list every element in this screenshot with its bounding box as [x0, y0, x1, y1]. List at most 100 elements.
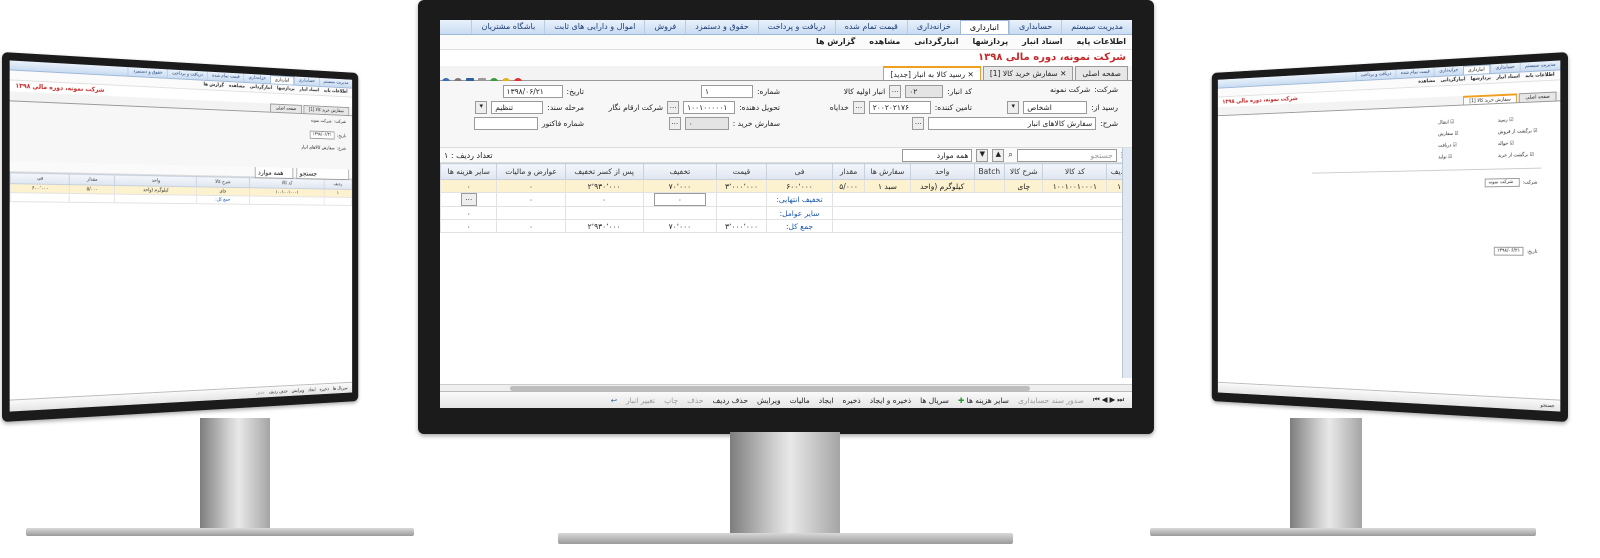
- left-action[interactable]: حذف ردیف: [269, 388, 288, 394]
- close-icon[interactable]: ✕: [968, 70, 974, 79]
- menu-basic-info[interactable]: اطلاعات پایه: [1076, 35, 1126, 49]
- menu-stocktaking[interactable]: انبارگردانی: [914, 35, 958, 49]
- final-discount-input[interactable]: ۰: [642, 192, 718, 207]
- nav-arrows[interactable]: ⏮◀▶⏭: [1093, 395, 1126, 405]
- col-batch[interactable]: Batch: [973, 163, 1006, 180]
- cell-orders[interactable]: سبد ۱: [864, 179, 911, 193]
- right-menu-item[interactable]: اسناد انبار: [1496, 73, 1519, 83]
- search-icon[interactable]: ⌕: [1008, 150, 1012, 160]
- back-arrow-icon[interactable]: ↩: [611, 396, 617, 405]
- stage-select[interactable]: تنظیم: [491, 101, 544, 114]
- left-date-input[interactable]: ۱۳۹۸/۰۶/۲۱: [309, 130, 335, 140]
- left-menu-item[interactable]: پردازشها: [277, 85, 295, 94]
- tab-system-management[interactable]: مدیریت سیستم: [1061, 20, 1132, 34]
- description-lookup-button[interactable]: …: [912, 117, 925, 130]
- save-button[interactable]: ذخیره: [842, 396, 860, 405]
- cell-unit[interactable]: کیلوگرم (واحد: [909, 179, 975, 193]
- new-button[interactable]: ایجاد: [819, 396, 834, 405]
- right-menu-item[interactable]: انبارگردانی: [1441, 75, 1466, 85]
- cell-price[interactable]: ۳٬۰۰۰٬۰۰۰: [716, 179, 767, 193]
- tab-warehouse[interactable]: انبارداری: [959, 20, 1009, 34]
- col-item-desc[interactable]: شرح کالا: [1004, 163, 1044, 180]
- left-tab[interactable]: خزانه‌داری: [243, 73, 270, 84]
- warehouse-lookup-button[interactable]: …: [889, 85, 902, 98]
- col-after-discount[interactable]: پس از کسر تخفیف: [564, 163, 644, 180]
- tab-costing[interactable]: قیمت تمام شده: [834, 20, 907, 34]
- tab-sales[interactable]: فروش: [644, 20, 685, 34]
- left-doc-tab[interactable]: صفحه اصلی: [270, 103, 302, 114]
- col-other-costs[interactable]: سایر هزینه ها: [440, 163, 498, 180]
- right-date-input[interactable]: ۱۳۹۸/۰۶/۲۱: [1493, 246, 1524, 256]
- filter-select[interactable]: همه موارد: [902, 148, 973, 162]
- delete-button[interactable]: حذف: [687, 396, 703, 405]
- chevron-down-icon[interactable]: ▾: [475, 101, 488, 114]
- cell-tax[interactable]: ۰: [496, 179, 566, 193]
- col-price[interactable]: قیمت: [716, 163, 767, 180]
- supplier-lookup-button[interactable]: …: [852, 101, 865, 114]
- receipt-from-select[interactable]: اشخاص: [1023, 101, 1088, 114]
- warehouse-code-input[interactable]: ۰۲: [905, 85, 944, 98]
- tax-button[interactable]: مالیات: [790, 396, 810, 405]
- right-menu-item[interactable]: مشاهده: [1418, 77, 1435, 86]
- right-check-item[interactable]: ☑ رسید: [1498, 117, 1514, 123]
- menu-warehouse-docs[interactable]: اسناد انبار: [1022, 35, 1062, 49]
- col-quantity[interactable]: مقدار: [832, 163, 866, 180]
- search-input[interactable]: جستجو: [1016, 148, 1117, 162]
- left-menu-item[interactable]: مشاهده: [229, 82, 245, 91]
- left-menu-item[interactable]: گزارش ها: [203, 81, 224, 90]
- chevron-down-icon[interactable]: ▾: [1007, 101, 1020, 114]
- arrow-up-button[interactable]: ▲: [992, 148, 1005, 162]
- right-tab-active[interactable]: انبارداری: [1462, 64, 1491, 75]
- tab-payroll[interactable]: حقوق و دستمزد: [685, 20, 758, 34]
- close-icon[interactable]: ✕: [1060, 69, 1066, 78]
- tab-customer-club[interactable]: باشگاه مشتریان: [471, 20, 544, 34]
- left-tab-active[interactable]: انبارداری: [269, 75, 294, 85]
- right-check-item[interactable]: ☑ برگشت از فروش: [1498, 128, 1538, 135]
- print-button[interactable]: چاپ: [664, 396, 678, 405]
- right-search-label[interactable]: جستجو: [1540, 402, 1554, 409]
- cell-after-discount[interactable]: ۲٬۹۳۰٬۰۰۰: [564, 179, 644, 193]
- edit-button[interactable]: ویرایش: [757, 396, 781, 405]
- right-company-input[interactable]: شرکت نمونه: [1484, 177, 1520, 188]
- delivery-code-input[interactable]: ۱۰۰۱۰۰۰۰۰۱: [683, 101, 736, 114]
- delivery-lookup-button[interactable]: …: [667, 101, 680, 114]
- right-check-item[interactable]: ☑ برگشت از خرید: [1498, 152, 1534, 159]
- invoice-number-input[interactable]: [473, 117, 538, 130]
- left-action[interactable]: ایجاد: [308, 387, 316, 393]
- cell-other-costs[interactable]: ۰: [440, 179, 498, 193]
- right-check-item[interactable]: ☑ سفارش: [1438, 131, 1458, 137]
- right-check-item[interactable]: ☑ دریافت: [1438, 142, 1457, 148]
- left-action[interactable]: ذخیره: [320, 386, 329, 392]
- left-action[interactable]: ویرایش: [292, 387, 304, 393]
- change-warehouse-button[interactable]: تغییر انبار: [626, 396, 655, 405]
- menu-reports[interactable]: گزارش ها: [816, 35, 855, 49]
- col-orders[interactable]: سفارش ها: [864, 163, 911, 180]
- right-tab[interactable]: حسابداری: [1490, 62, 1520, 74]
- purchase-order-input[interactable]: ۰: [684, 117, 729, 130]
- doc-tab-purchase-order[interactable]: سفارش خرید کالا [1] ✕: [982, 66, 1074, 80]
- delete-row-button[interactable]: حذف ردیف: [712, 396, 748, 405]
- tab-receive-pay[interactable]: دریافت و پرداخت: [757, 20, 835, 34]
- cell-batch[interactable]: [973, 179, 1006, 193]
- serials-button[interactable]: سریال ها: [920, 396, 949, 405]
- left-tab[interactable]: حسابداری: [293, 76, 319, 86]
- left-menu-item[interactable]: اطلاعات پایه: [324, 87, 348, 96]
- number-input[interactable]: ۱: [701, 85, 754, 98]
- right-menu-item[interactable]: پردازشها: [1471, 74, 1491, 84]
- col-unit-price[interactable]: فی: [765, 163, 834, 180]
- col-discount[interactable]: تخفیف: [642, 163, 718, 180]
- left-action[interactable]: سریال ها: [333, 385, 348, 391]
- col-item-code[interactable]: کد کالا: [1042, 163, 1108, 180]
- tab-fixed-assets[interactable]: اموال و دارایی های ثابت: [544, 20, 644, 34]
- left-menu-item[interactable]: اسناد انبار: [299, 86, 319, 95]
- tab-accounting[interactable]: حسابداری: [1008, 20, 1061, 34]
- right-doc-tab[interactable]: صفحه اصلی: [1519, 91, 1557, 103]
- right-tab[interactable]: خزانه‌داری: [1434, 65, 1463, 77]
- tab-treasury[interactable]: خزانه‌داری: [906, 20, 960, 34]
- menu-view[interactable]: مشاهده: [869, 35, 900, 49]
- menu-processing[interactable]: پردازشها: [973, 35, 1009, 49]
- right-check-item[interactable]: ☑ انتقال: [1438, 119, 1454, 125]
- description-input[interactable]: سفارش کالاهای انبار: [928, 117, 1097, 130]
- date-input[interactable]: ۱۳۹۸/۰۶/۲۱: [502, 85, 563, 98]
- left-action[interactable]: حذف: [256, 390, 265, 396]
